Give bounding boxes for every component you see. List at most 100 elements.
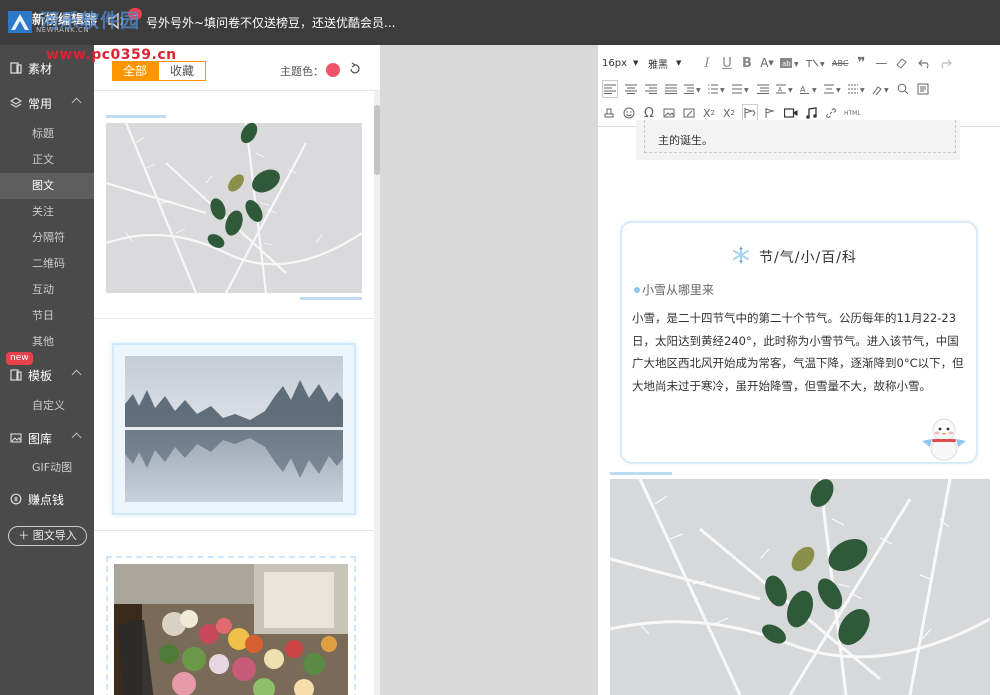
sidebar-section-template[interactable]: 模板 <box>0 362 94 388</box>
italic-icon[interactable]: I <box>700 54 714 72</box>
font-family-select[interactable]: 雅黑 ▼ <box>648 54 694 72</box>
font-family-value: 雅黑 <box>648 59 668 71</box>
card-body-text: 小雪，是二十四节气中的第二十个节气。公历每年的11月22-23日，太阳达到黄经2… <box>632 311 964 393</box>
sidebar-template-label: 模板 <box>28 368 53 383</box>
font-background-icon[interactable]: A ▼ <box>800 80 818 98</box>
solar-term-card[interactable]: 节/气/小/百/科 小雪从哪里来 小雪，是二十四节气中的第二十个节气。公历每年的… <box>620 221 978 464</box>
svg-text:▼: ▼ <box>696 87 701 94</box>
font-size-value: 16px <box>602 57 627 69</box>
svg-text:▼: ▼ <box>794 61 799 68</box>
svg-text:ab: ab <box>782 60 791 68</box>
svg-text:▼: ▼ <box>788 87 793 94</box>
sidebar-section-earn[interactable]: 赚点钱 <box>0 486 94 512</box>
card-top-line <box>106 115 166 118</box>
notice-text[interactable]: 号外号外~填问卷不仅送榜豆，还送优酷会员... <box>146 14 396 31</box>
editor-content[interactable]: 主的诞生。 节/气/小/百/科 小雪从哪里来 小雪，是二十四节气中的第二十个节气… <box>598 120 1000 695</box>
toolbar-row-1: 16px ▼ 雅黑 ▼ I U B A ▼ ab ▼ T ▼ ABC ❞ — <box>602 52 958 74</box>
list-icon[interactable]: ▼ <box>708 80 726 98</box>
redo-icon[interactable] <box>938 54 953 72</box>
sidebar-item-body[interactable]: 正文 <box>0 147 94 173</box>
sidebar-item-image-text[interactable]: 图文 <box>0 173 94 199</box>
tab-all[interactable]: 全部 <box>112 61 158 81</box>
svg-text:▼: ▼ <box>884 87 889 94</box>
sidebar-item-gif[interactable]: GIF动图 <box>0 455 94 481</box>
horizontal-rule-icon[interactable]: — <box>874 54 888 72</box>
strikethrough-icon[interactable]: ABC <box>832 54 848 72</box>
indent-icon[interactable]: ▼ <box>684 80 702 98</box>
layers-icon <box>10 97 22 108</box>
paragraph-spacing-icon[interactable]: ▼ <box>848 80 866 98</box>
sidebar-item-divider[interactable]: 分隔符 <box>0 225 94 251</box>
align-justify-icon[interactable] <box>664 80 678 98</box>
material-panel: 全部 收藏 主题色： <box>94 45 380 695</box>
template-icon <box>10 369 22 381</box>
speaker-icon <box>108 12 124 30</box>
sidebar-item-follow[interactable]: 关注 <box>0 199 94 225</box>
ordered-list-icon[interactable]: ▼ <box>732 80 750 98</box>
material-icon <box>10 62 22 74</box>
quote-icon[interactable]: ❞ <box>854 54 868 72</box>
emoji-icon[interactable] <box>622 104 636 122</box>
image-icon <box>10 433 22 443</box>
align-right-icon[interactable] <box>644 80 658 98</box>
svg-text:▼: ▼ <box>836 87 841 94</box>
sidebar-gallery-label: 图库 <box>28 431 53 446</box>
card-title: 节/气/小/百/科 <box>759 250 857 266</box>
brush-icon[interactable] <box>602 104 616 122</box>
tab-favorites[interactable]: 收藏 <box>158 61 206 81</box>
svg-text:▼: ▼ <box>812 87 817 94</box>
toolbar-row-2: ▼ ▼ ▼ A ▼ A ▼ ▼ ▼ ▼ <box>602 78 936 100</box>
underline-icon[interactable]: U <box>720 54 734 72</box>
preview-icon[interactable] <box>916 80 930 98</box>
workspace-gap <box>380 45 598 695</box>
image-top-line <box>610 472 672 475</box>
find-replace-icon[interactable] <box>896 80 910 98</box>
chevron-up-icon <box>71 369 82 380</box>
eraser-icon[interactable] <box>894 54 908 72</box>
editor-pane: 16px ▼ 雅黑 ▼ I U B A ▼ ab ▼ T ▼ ABC ❞ — ▼ ▼ ▼ … <box>598 45 1000 695</box>
flower-shop-image <box>114 564 348 695</box>
sidebar-earn-label: 赚点钱 <box>28 492 65 507</box>
lake-forest-image <box>125 356 343 502</box>
card-subtitle: 小雪从哪里来 <box>642 283 715 297</box>
clear-format-icon[interactable]: T ▼ <box>806 54 826 72</box>
svg-text:T: T <box>806 59 813 69</box>
card-bottom-line <box>300 297 362 300</box>
theme-color-swatch[interactable] <box>326 63 340 77</box>
app-subtitle: NEWRANK.CN <box>36 26 90 34</box>
editor-toolbar: 16px ▼ 雅黑 ▼ I U B A ▼ ab ▼ T ▼ ABC ❞ — ▼ ▼ ▼ … <box>598 45 1000 127</box>
sidebar-item-title[interactable]: 标题 <box>0 121 94 147</box>
import-article-button[interactable]: ＋ 图文导入 <box>8 526 87 546</box>
sidebar-item-interact[interactable]: 互动 <box>0 277 94 303</box>
snowman-icon <box>922 418 966 461</box>
sidebar-item-festival[interactable]: 节日 <box>0 303 94 329</box>
svg-text:▼: ▼ <box>820 61 825 68</box>
bold-icon[interactable]: B <box>740 54 754 72</box>
svg-text:A: A <box>800 85 806 94</box>
line-height-icon[interactable]: ▼ <box>824 80 842 98</box>
sidebar-item-qrcode[interactable]: 二维码 <box>0 251 94 277</box>
material-card-frost[interactable] <box>94 107 374 317</box>
sidebar-item-custom[interactable]: 自定义 <box>0 393 94 419</box>
align-center-icon[interactable] <box>624 80 638 98</box>
refresh-icon[interactable] <box>348 62 362 76</box>
chevron-up-icon <box>71 432 82 443</box>
card-divider <box>94 318 374 319</box>
font-color-icon[interactable]: A ▼ <box>760 54 774 72</box>
font-size-select[interactable]: 16px ▼ <box>602 54 642 72</box>
notice-badge: ... <box>128 8 142 20</box>
sidebar-section-common[interactable]: 常用 <box>0 90 94 116</box>
editor-frost-image[interactable] <box>610 479 990 695</box>
highlight-icon[interactable]: ab ▼ <box>780 54 800 72</box>
undo-icon[interactable] <box>918 54 932 72</box>
letter-spacing-icon[interactable]: A ▼ <box>776 80 794 98</box>
watermark-url: www.pc0359.cn <box>46 47 177 63</box>
align-left-icon[interactable] <box>602 80 618 98</box>
sidebar-common-label: 常用 <box>28 96 53 111</box>
coin-icon <box>10 493 22 505</box>
sidebar-section-gallery[interactable]: 图库 <box>0 425 94 451</box>
material-card-lake[interactable] <box>94 335 374 525</box>
outdent-icon[interactable] <box>756 80 770 98</box>
format-painter-icon[interactable]: ▼ <box>872 80 890 98</box>
material-card-flowers[interactable] <box>94 550 374 695</box>
